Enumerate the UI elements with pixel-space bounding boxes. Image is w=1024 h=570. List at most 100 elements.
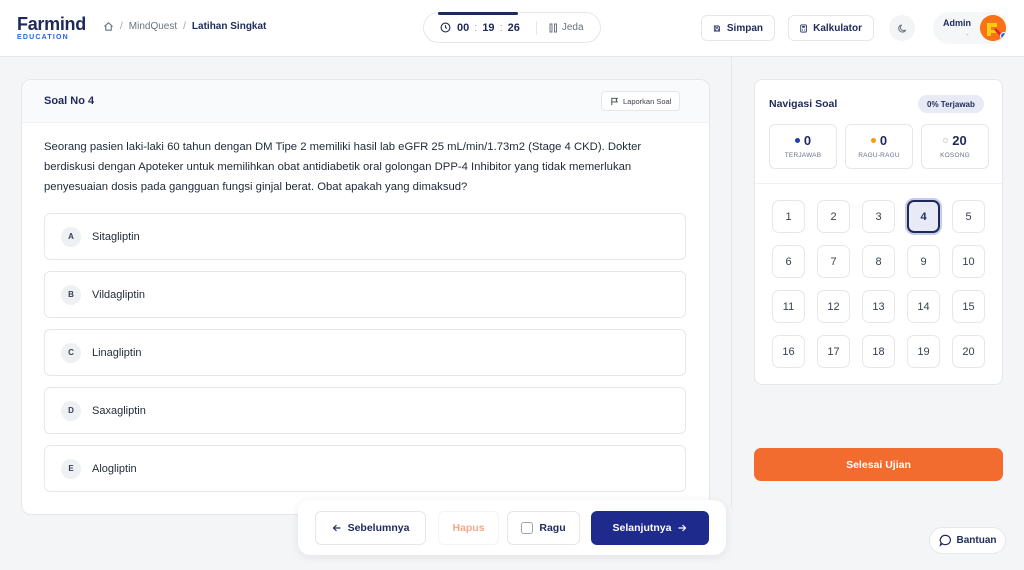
answer-option-d[interactable]: D Saxagliptin bbox=[44, 387, 686, 434]
answer-option-e[interactable]: E Alogliptin bbox=[44, 445, 686, 492]
question-number-button[interactable]: 15 bbox=[952, 290, 985, 323]
previous-button[interactable]: Sebelumnya bbox=[315, 511, 426, 545]
save-label: Simpan bbox=[726, 22, 763, 34]
answered-label: TERJAWAB bbox=[784, 152, 822, 159]
doubt-count: 0 bbox=[879, 133, 888, 148]
navigation-title: Navigasi Soal bbox=[769, 98, 838, 110]
question-number-button[interactable]: 2 bbox=[817, 200, 850, 233]
question-number-button[interactable]: 17 bbox=[817, 335, 850, 368]
answer-option-c[interactable]: C Linagliptin bbox=[44, 329, 686, 376]
answered-count: 0 bbox=[803, 133, 812, 148]
question-number-button[interactable]: 9 bbox=[907, 245, 940, 278]
breadcrumb-item-mindquest[interactable]: MindQuest bbox=[129, 21, 177, 32]
empty-label: KOSONG bbox=[940, 152, 970, 159]
question-number-button[interactable]: 1 bbox=[772, 200, 805, 233]
brand-logo[interactable]: Farmind EDUCATION bbox=[17, 15, 86, 41]
question-number-button[interactable]: 3 bbox=[862, 200, 895, 233]
brand-subtitle: EDUCATION bbox=[17, 34, 69, 41]
option-text: Saxagliptin bbox=[92, 404, 146, 417]
clear-answer-button[interactable]: Hapus bbox=[438, 511, 499, 545]
question-header: Soal No 4 Laporkan Soal bbox=[22, 80, 709, 123]
finish-exam-button[interactable]: Selesai Ujian bbox=[754, 448, 1003, 481]
help-label: Bantuan bbox=[956, 535, 997, 546]
pause-button[interactable]: Jeda bbox=[549, 22, 584, 33]
option-text: Sitagliptin bbox=[92, 230, 140, 243]
question-number-button[interactable]: 10 bbox=[952, 245, 985, 278]
question-navigation-card: Navigasi Soal 0% Terjawab 0 TERJAWAB 0 R… bbox=[754, 79, 1003, 385]
user-menu[interactable]: Admin - bbox=[933, 12, 1008, 44]
answered-dot bbox=[794, 138, 800, 143]
breadcrumb-separator: / bbox=[120, 21, 123, 32]
arrow-right-icon bbox=[678, 524, 687, 532]
brand-name: Farmind bbox=[17, 14, 86, 34]
question-number-button[interactable]: 6 bbox=[772, 245, 805, 278]
question-number-button[interactable]: 5 bbox=[952, 200, 985, 233]
save-button[interactable]: Simpan bbox=[701, 15, 775, 41]
progress-badge: 0% Terjawab bbox=[918, 95, 984, 113]
option-letter: B bbox=[61, 284, 81, 305]
timer-colon: : bbox=[499, 21, 503, 34]
question-number-button[interactable]: 20 bbox=[952, 335, 985, 368]
calculator-label: Kalkulator bbox=[813, 22, 862, 34]
pause-icon bbox=[549, 23, 557, 32]
flag-icon bbox=[611, 97, 618, 105]
clock-icon bbox=[440, 22, 451, 33]
option-letter: C bbox=[61, 342, 81, 363]
timer-hours: 00 bbox=[457, 21, 470, 34]
answer-option-a[interactable]: A Sitagliptin bbox=[44, 213, 686, 260]
home-icon[interactable] bbox=[103, 21, 114, 32]
empty-dot bbox=[943, 138, 949, 143]
option-text: Linagliptin bbox=[92, 346, 142, 359]
calculator-button[interactable]: Kalkulator bbox=[788, 15, 874, 41]
question-title: Soal No 4 bbox=[44, 95, 95, 107]
pause-label: Jeda bbox=[561, 22, 584, 33]
question-number-button[interactable]: 19 bbox=[907, 335, 940, 368]
option-letter: E bbox=[61, 458, 81, 479]
chat-icon bbox=[938, 534, 951, 547]
answer-option-b[interactable]: B Vildagliptin bbox=[44, 271, 686, 318]
report-label: Laporkan Soal bbox=[623, 96, 672, 106]
mark-doubt-button[interactable]: Ragu bbox=[507, 511, 580, 545]
question-number-button[interactable]: 16 bbox=[772, 335, 805, 368]
question-number-button[interactable]: 13 bbox=[862, 290, 895, 323]
breadcrumb-separator: / bbox=[183, 21, 186, 32]
bottom-action-bar: Sebelumnya Hapus Ragu Selanjutnya bbox=[298, 500, 726, 555]
exam-timer: 00 : 19 : 26 Jeda bbox=[423, 12, 601, 43]
question-number-button[interactable]: 11 bbox=[772, 290, 805, 323]
user-role: - bbox=[966, 30, 969, 39]
next-label: Selanjutnya bbox=[612, 522, 672, 534]
save-icon bbox=[713, 24, 720, 32]
doubt-label: Ragu bbox=[539, 522, 566, 534]
empty-count: 20 bbox=[952, 133, 967, 148]
question-card: Soal No 4 Laporkan Soal Seorang pasien l… bbox=[21, 79, 710, 515]
arrow-left-icon bbox=[332, 524, 341, 532]
timer-divider bbox=[535, 20, 537, 35]
question-number-button[interactable]: 7 bbox=[817, 245, 850, 278]
report-question-button[interactable]: Laporkan Soal bbox=[601, 91, 681, 111]
option-letter: A bbox=[61, 226, 81, 247]
moon-icon bbox=[897, 23, 906, 33]
breadcrumb: / MindQuest / Latihan Singkat bbox=[103, 21, 266, 32]
next-button[interactable]: Selanjutnya bbox=[591, 511, 709, 545]
question-number-button[interactable]: 12 bbox=[817, 290, 850, 323]
option-text: Vildagliptin bbox=[92, 288, 146, 301]
doubt-checkbox[interactable] bbox=[521, 522, 534, 534]
timer-progress-bar bbox=[438, 12, 518, 15]
online-status-dot bbox=[1000, 32, 1006, 40]
question-number-button[interactable]: 8 bbox=[862, 245, 895, 278]
calculator-icon bbox=[800, 24, 807, 32]
top-header: Farmind EDUCATION / MindQuest / Latihan … bbox=[0, 0, 1024, 57]
doubt-label: RAGU-RAGU bbox=[858, 152, 900, 159]
theme-toggle-button[interactable] bbox=[889, 15, 915, 41]
divider bbox=[755, 183, 1002, 184]
question-number-button[interactable]: 14 bbox=[907, 290, 940, 323]
user-name: Admin bbox=[943, 18, 971, 28]
stat-answered: 0 TERJAWAB bbox=[769, 124, 837, 169]
question-number-button[interactable]: 4 bbox=[907, 200, 940, 233]
timer-seconds: 26 bbox=[507, 21, 520, 34]
timer-colon: : bbox=[474, 21, 478, 34]
stat-doubt: 0 RAGU-RAGU bbox=[845, 124, 913, 169]
help-button[interactable]: Bantuan bbox=[929, 527, 1006, 554]
question-number-button[interactable]: 18 bbox=[862, 335, 895, 368]
question-text: Seorang pasien laki-laki 60 tahun dengan… bbox=[44, 141, 642, 193]
